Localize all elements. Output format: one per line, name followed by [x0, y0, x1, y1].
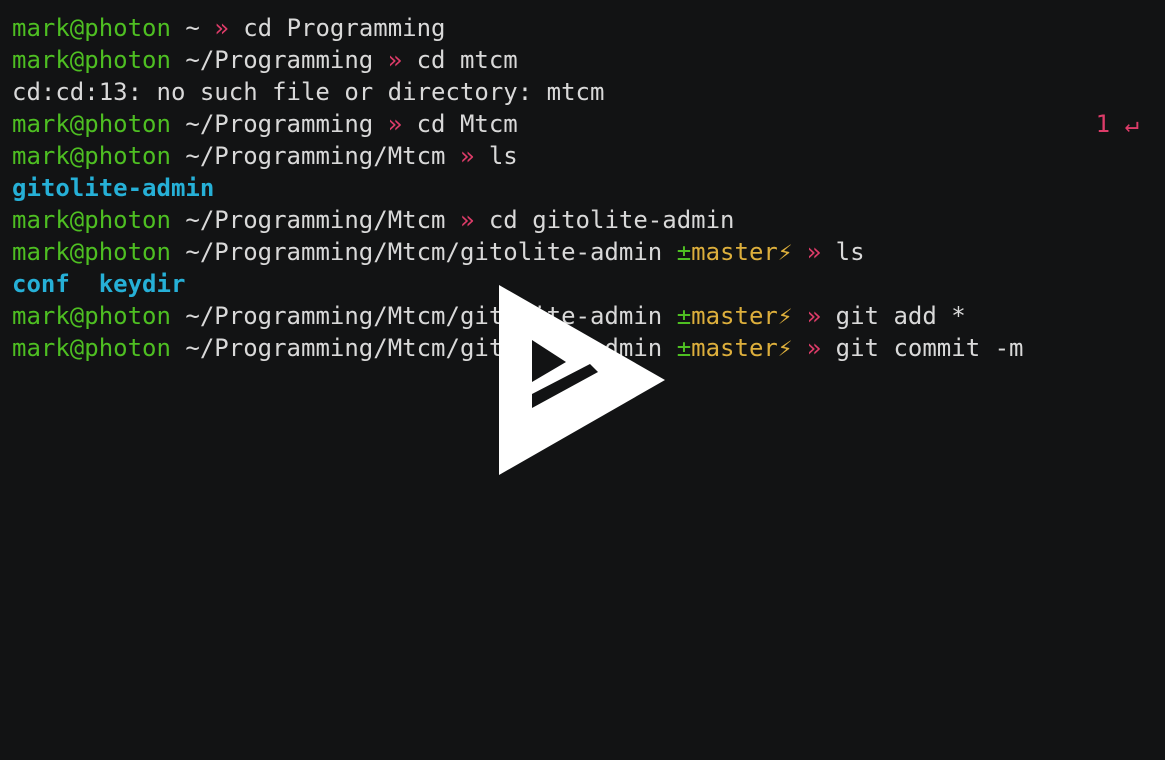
- bolt-icon: ⚡: [777, 238, 793, 266]
- terminal-line: gitolite-admin: [12, 172, 1153, 204]
- command-text: git commit -m: [835, 334, 1024, 362]
- prompt-host: photon: [84, 302, 171, 330]
- command-text: cd gitolite-admin: [488, 206, 735, 234]
- prompt-arrow: »: [806, 238, 822, 266]
- command-text: cd mtcm: [416, 46, 518, 74]
- prompt-at: @: [69, 14, 85, 42]
- prompt-arrow: »: [214, 14, 229, 42]
- command-text: ls: [835, 238, 865, 266]
- git-branch: master: [691, 238, 778, 266]
- prompt-user: mark: [12, 302, 70, 330]
- prompt-user: mark: [12, 206, 70, 234]
- command-text: cd Programming: [243, 14, 446, 42]
- prompt-host: photon: [84, 110, 171, 138]
- terminal-line: mark@photon ~/Programming » cd Mtcm 1 ↵: [12, 108, 1153, 140]
- play-button[interactable]: [498, 284, 668, 476]
- prompt-at: @: [69, 46, 85, 74]
- prompt-path: ~/Programming: [185, 110, 374, 138]
- directory-entry: conf: [12, 270, 70, 298]
- prompt-at: @: [69, 110, 85, 138]
- prompt-arrow: »: [806, 302, 822, 330]
- prompt-path: ~/Programming: [185, 46, 374, 74]
- git-branch: master: [691, 302, 778, 330]
- prompt-at: @: [69, 142, 85, 170]
- directory-entry: gitolite-admin: [12, 174, 215, 202]
- prompt-host: photon: [84, 46, 171, 74]
- git-dirty-indicator: ±: [676, 302, 692, 330]
- error-output: cd:cd:13: no such file or directory: mtc…: [12, 78, 605, 106]
- prompt-arrow: »: [459, 142, 475, 170]
- git-dirty-indicator: ±: [676, 334, 692, 362]
- prompt-host: photon: [84, 206, 171, 234]
- exit-status: 1 ↵: [1095, 110, 1139, 138]
- prompt-arrow: »: [806, 334, 822, 362]
- terminal-line: mark@photon ~ » cd Programming: [12, 12, 1153, 44]
- terminal-line: mark@photon ~/Programming » cd mtcm: [12, 44, 1153, 76]
- prompt-host: photon: [84, 14, 171, 42]
- bolt-icon: ⚡: [777, 302, 793, 330]
- command-text: cd Mtcm: [416, 110, 518, 138]
- prompt-at: @: [69, 238, 85, 266]
- terminal-line: mark@photon ~/Programming/Mtcm » cd gito…: [12, 204, 1153, 236]
- prompt-arrow: »: [387, 110, 403, 138]
- prompt-user: mark: [12, 142, 70, 170]
- prompt-path: ~/Programming/Mtcm: [185, 206, 446, 234]
- prompt-arrow: »: [387, 46, 403, 74]
- prompt-user: mark: [12, 334, 70, 362]
- terminal-line: mark@photon ~/Programming/Mtcm/gitolite-…: [12, 236, 1153, 268]
- prompt-at: @: [69, 206, 85, 234]
- prompt-host: photon: [84, 334, 171, 362]
- prompt-user: mark: [12, 110, 70, 138]
- git-branch: master: [691, 334, 778, 362]
- command-text: git add *: [835, 302, 966, 330]
- prompt-host: photon: [84, 238, 171, 266]
- prompt-user: mark: [12, 46, 70, 74]
- bolt-icon: ⚡: [777, 334, 793, 362]
- prompt-path: ~: [185, 14, 200, 42]
- terminal-line: cd:cd:13: no such file or directory: mtc…: [12, 76, 1153, 108]
- prompt-at: @: [69, 334, 85, 362]
- prompt-path: ~/Programming/Mtcm: [185, 142, 446, 170]
- prompt-path: ~/Programming/Mtcm/gitolite-admin: [185, 238, 663, 266]
- git-dirty-indicator: ±: [676, 238, 692, 266]
- prompt-user: mark: [12, 14, 70, 42]
- directory-entry: keydir: [98, 270, 186, 298]
- prompt-host: photon: [84, 142, 171, 170]
- prompt-arrow: »: [459, 206, 475, 234]
- command-text: ls: [488, 142, 518, 170]
- prompt-at: @: [69, 302, 85, 330]
- terminal-line: mark@photon ~/Programming/Mtcm » ls: [12, 140, 1153, 172]
- prompt-user: mark: [12, 238, 70, 266]
- play-icon: [499, 285, 665, 475]
